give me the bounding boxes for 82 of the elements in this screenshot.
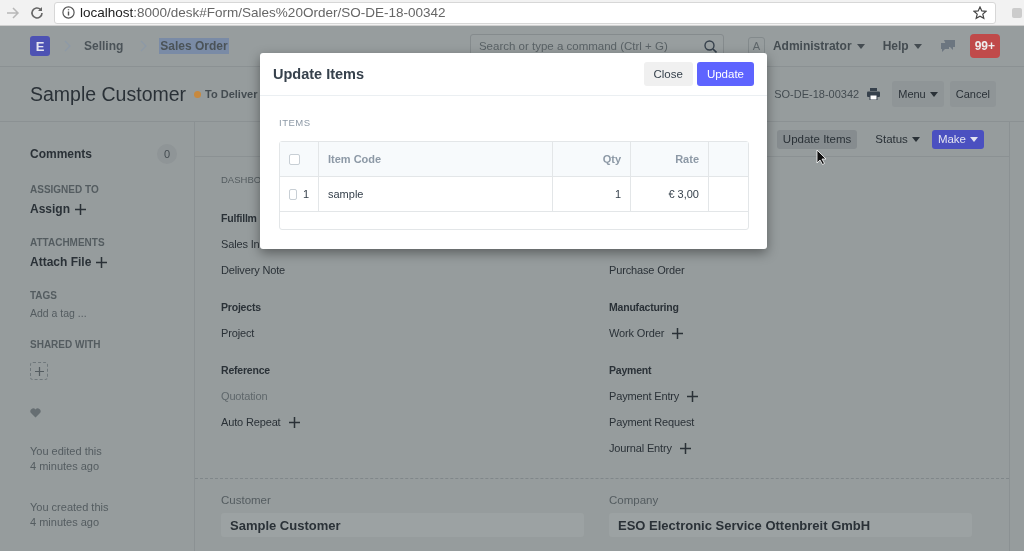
- reload-icon[interactable]: [30, 5, 44, 20]
- section-heading: ITEMS: [279, 116, 312, 130]
- group-title: Reference: [221, 363, 271, 378]
- dropdown-button[interactable]: Make: [931, 129, 984, 149]
- page-title: Sample Customer: [30, 82, 187, 106]
- caret-icon: [856, 43, 865, 49]
- chat-icon[interactable]: [939, 39, 956, 53]
- status-dropdown[interactable]: Status: [869, 129, 926, 149]
- document-name: SO-DE-18-00342: [774, 88, 860, 100]
- plus-icon: [679, 442, 691, 454]
- update-items-button[interactable]: Update Items: [776, 129, 858, 149]
- comment-count: 0: [157, 144, 177, 164]
- group-title: Manufacturing: [609, 300, 680, 315]
- checkbox[interactable]: [289, 153, 300, 165]
- add-link[interactable]: Assign: [30, 199, 177, 219]
- status-label: To Deliver: [205, 88, 258, 100]
- activity-text: You edited this: [30, 444, 103, 459]
- section-heading: ATTACHMENTS: [30, 236, 106, 250]
- column-header: Item Code: [319, 142, 553, 176]
- section-heading: ASSIGNED TO: [30, 183, 100, 197]
- group-title: Payment: [609, 363, 653, 378]
- user-menu[interactable]: Administrator: [772, 39, 865, 53]
- table-cell: 1: [553, 177, 631, 211]
- field-label: Customer: [221, 493, 272, 507]
- cursor-icon: [816, 149, 827, 165]
- plus-icon: [96, 256, 108, 268]
- plus-icon: [687, 390, 699, 402]
- section-heading: DASHBO: [221, 173, 263, 187]
- activity-time: 4 minutes ago: [30, 459, 101, 474]
- section-heading: SHARED WITH: [30, 338, 102, 352]
- update-button[interactable]: Update: [696, 62, 754, 86]
- field-value[interactable]: Sample Customer: [221, 513, 584, 537]
- document-link[interactable]: Work Order: [609, 320, 983, 346]
- notification-badge[interactable]: 99+: [969, 34, 1000, 58]
- add-share-button[interactable]: [30, 362, 48, 380]
- star-icon[interactable]: [973, 5, 987, 20]
- search-icon: [703, 39, 717, 53]
- group-title: Projects: [221, 300, 262, 315]
- document-link[interactable]: Payment Request: [609, 409, 983, 435]
- document-link[interactable]: Project: [221, 320, 609, 346]
- checkbox[interactable]: [289, 188, 297, 200]
- document-link[interactable]: Delivery Note: [221, 257, 609, 283]
- table-cell: € 3,00: [631, 177, 709, 211]
- plus-icon: [75, 203, 86, 215]
- close-button[interactable]: Close: [643, 62, 693, 86]
- forward-icon[interactable]: [6, 6, 20, 19]
- group-title: Fulfillm: [221, 211, 258, 226]
- activity-time: 4 minutes ago: [30, 515, 101, 530]
- field-value[interactable]: ESO Electronic Service Ottenbreit GmbH: [609, 513, 972, 537]
- cancel-button[interactable]: Cancel: [949, 81, 996, 107]
- app-logo[interactable]: E: [30, 36, 50, 56]
- plus-icon: [288, 416, 300, 428]
- info-icon: [62, 6, 75, 19]
- add-link[interactable]: Attach File: [30, 252, 177, 272]
- dialog-title: Update Items: [273, 66, 365, 82]
- comments-label[interactable]: Comments: [30, 147, 92, 161]
- printer-icon[interactable]: [867, 88, 881, 100]
- column-header: Qty: [553, 142, 631, 176]
- address-bar[interactable]: localhost:8000/desk#Form/Sales%20Order/SO-DE-18-00342: [54, 1, 996, 24]
- tag-input[interactable]: Add a tag ...: [30, 305, 150, 321]
- field-label: Company: [609, 493, 660, 507]
- caret-icon: [970, 136, 978, 142]
- table-cell: sample: [319, 177, 553, 211]
- plus-icon: [672, 327, 684, 339]
- menu-button[interactable]: Menu: [892, 81, 944, 107]
- help-menu[interactable]: Help: [882, 39, 922, 53]
- document-link[interactable]: Auto Repeat: [221, 409, 609, 435]
- document-link[interactable]: Journal Entry: [609, 435, 983, 461]
- url-text: localhost:8000/desk#Form/Sales%20Order/SO-DE-18-00342: [80, 5, 447, 20]
- caret-icon: [929, 91, 938, 97]
- section-heading: TAGS: [30, 289, 59, 303]
- plus-icon: [34, 366, 44, 376]
- caret-icon: [911, 136, 920, 142]
- activity-text: You created this: [30, 500, 110, 515]
- extension-icon[interactable]: [1012, 5, 1022, 20]
- column-header: Rate: [631, 142, 709, 176]
- caret-icon: [913, 43, 922, 49]
- document-link[interactable]: Purchase Order: [609, 257, 983, 283]
- document-link[interactable]: Payment Entry: [609, 383, 983, 409]
- row-number: 1: [302, 188, 309, 200]
- heart-icon[interactable]: [30, 408, 41, 418]
- breadcrumb-link[interactable]: Selling: [83, 38, 125, 54]
